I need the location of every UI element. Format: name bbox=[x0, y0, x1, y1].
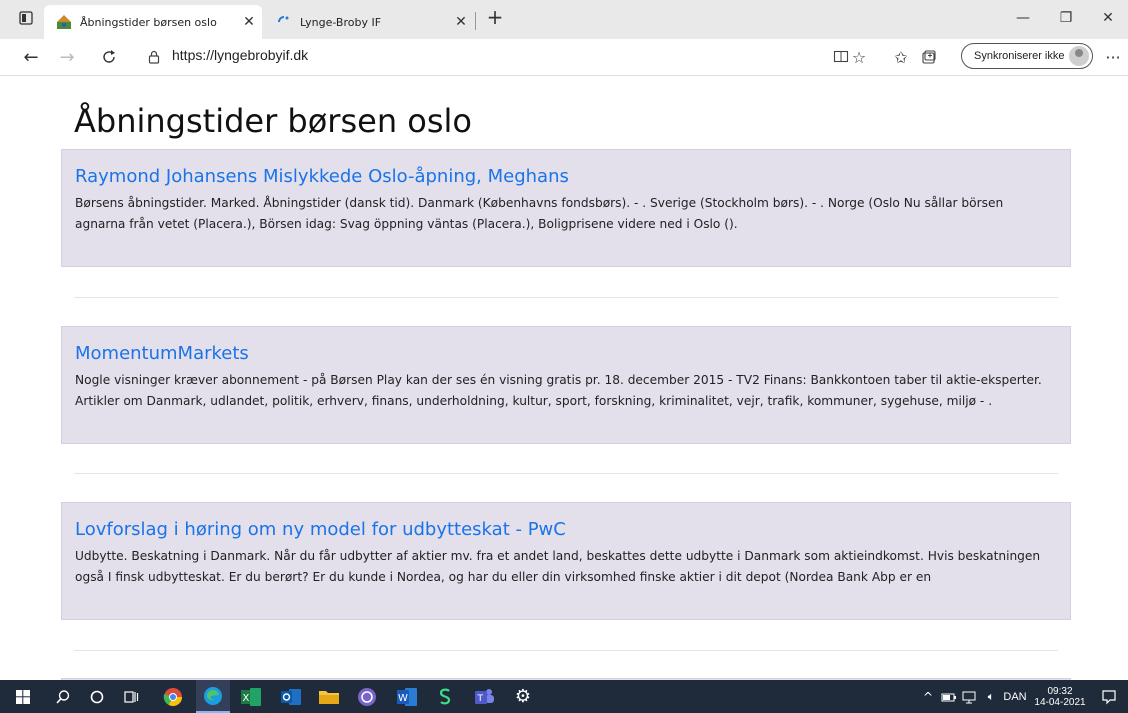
result-divider bbox=[74, 650, 1058, 651]
result-title-link[interactable]: Lovforslag i høring om ny model for udby… bbox=[75, 519, 1057, 540]
battery-icon[interactable] bbox=[940, 680, 958, 713]
clock-time: 09:32 bbox=[1047, 685, 1073, 697]
windows-start-icon[interactable] bbox=[10, 680, 36, 713]
chevron-up-icon[interactable]: ^ bbox=[920, 680, 936, 713]
tab-title: Åbningstider børsen oslo bbox=[80, 15, 217, 29]
search-icon[interactable] bbox=[50, 680, 76, 713]
result-card: MomentumMarkets Nogle visninger kræver a… bbox=[61, 326, 1071, 444]
clock-date: 14-04-2021 bbox=[1034, 696, 1086, 708]
tab-inactive[interactable]: Lynge-Broby IF ✕ bbox=[264, 5, 474, 39]
file-explorer-icon[interactable] bbox=[314, 680, 344, 713]
teams-icon[interactable]: T bbox=[470, 680, 500, 713]
favorites-icon[interactable]: ✩ bbox=[890, 39, 912, 75]
site-favicon-icon bbox=[56, 14, 72, 30]
word-icon[interactable]: W bbox=[392, 680, 422, 713]
tab-title: Lynge-Broby IF bbox=[300, 15, 382, 29]
back-arrow-icon[interactable]: ← bbox=[18, 39, 44, 75]
result-card: Lovforslag i høring om ny model for udby… bbox=[61, 502, 1071, 620]
close-tab-icon[interactable]: ✕ bbox=[236, 14, 262, 30]
network-icon[interactable] bbox=[960, 680, 978, 713]
collections-icon[interactable] bbox=[918, 39, 940, 75]
browser-tab-strip: Åbningstider børsen oslo ✕ Lynge-Broby I… bbox=[0, 0, 1128, 39]
sync-status-label: Synkroniserer ikke bbox=[974, 50, 1065, 62]
close-tab-icon[interactable]: ✕ bbox=[448, 14, 474, 30]
address-bar[interactable]: https://lyngebrobyif.dk bbox=[172, 47, 308, 63]
edge-icon[interactable] bbox=[196, 680, 230, 713]
restore-button[interactable]: ❐ bbox=[1046, 6, 1086, 30]
tab-actions-icon[interactable] bbox=[18, 10, 34, 26]
minimize-button[interactable]: — bbox=[1003, 6, 1043, 30]
clock[interactable]: 09:32 14-04-2021 bbox=[1034, 680, 1086, 713]
result-title-link[interactable]: Raymond Johansens Mislykkede Oslo-åpning… bbox=[75, 166, 1057, 187]
task-view-icon[interactable] bbox=[118, 680, 144, 713]
svg-text:T: T bbox=[477, 694, 484, 704]
page-content: Åbningstider børsen oslo Raymond Johanse… bbox=[0, 76, 1128, 680]
settings-gear-icon[interactable]: ⚙ bbox=[510, 680, 536, 713]
result-snippet: Nogle visninger kræver abonnement - på B… bbox=[75, 373, 1042, 408]
tab-active[interactable]: Åbningstider børsen oslo ✕ bbox=[44, 5, 262, 39]
result-snippet: Udbytte. Beskatning i Danmark. Når du få… bbox=[75, 549, 1041, 584]
outlook-icon[interactable] bbox=[276, 680, 306, 713]
profile-avatar-icon bbox=[1069, 46, 1089, 66]
svg-text:X: X bbox=[243, 693, 250, 704]
refresh-icon[interactable] bbox=[96, 39, 122, 75]
tab-separator bbox=[475, 12, 476, 30]
result-divider bbox=[74, 473, 1058, 474]
lock-icon[interactable] bbox=[144, 39, 164, 75]
excel-icon[interactable]: X bbox=[236, 680, 266, 713]
volume-icon[interactable]: 🔈︎ bbox=[980, 680, 1002, 713]
dollar-app-icon[interactable] bbox=[432, 680, 458, 713]
chrome-icon[interactable] bbox=[158, 680, 188, 713]
notifications-icon[interactable] bbox=[1098, 680, 1120, 713]
page-title: Åbningstider børsen oslo bbox=[74, 102, 472, 140]
forward-arrow-icon[interactable]: → bbox=[54, 39, 80, 75]
sync-status-button[interactable]: Synkroniserer ikke bbox=[961, 43, 1093, 69]
add-favorite-icon[interactable]: ☆ bbox=[848, 39, 870, 75]
close-window-button[interactable]: ✕ bbox=[1088, 6, 1128, 30]
browser-toolbar: ← → https://lyngebrobyif.dk ☆ ✩ Synkroni… bbox=[0, 39, 1128, 76]
result-divider bbox=[74, 297, 1058, 298]
language-indicator[interactable]: DAN bbox=[1002, 680, 1028, 713]
new-tab-button[interactable]: + bbox=[483, 6, 507, 30]
app-icon-ess[interactable] bbox=[352, 680, 382, 713]
cortana-icon[interactable] bbox=[84, 680, 110, 713]
svg-text:W: W bbox=[398, 693, 408, 704]
more-menu-icon[interactable]: ··· bbox=[1100, 39, 1126, 75]
loading-favicon-icon bbox=[276, 14, 292, 30]
windows-taskbar: X W T ⚙ ^ 🔈︎ DAN 09:32 14-04-2021 bbox=[0, 680, 1128, 713]
result-card: Raymond Johansens Mislykkede Oslo-åpning… bbox=[61, 149, 1071, 267]
result-title-link[interactable]: MomentumMarkets bbox=[75, 343, 1057, 364]
result-snippet: Børsens åbningstider. Marked. Åbningstid… bbox=[75, 196, 1004, 231]
